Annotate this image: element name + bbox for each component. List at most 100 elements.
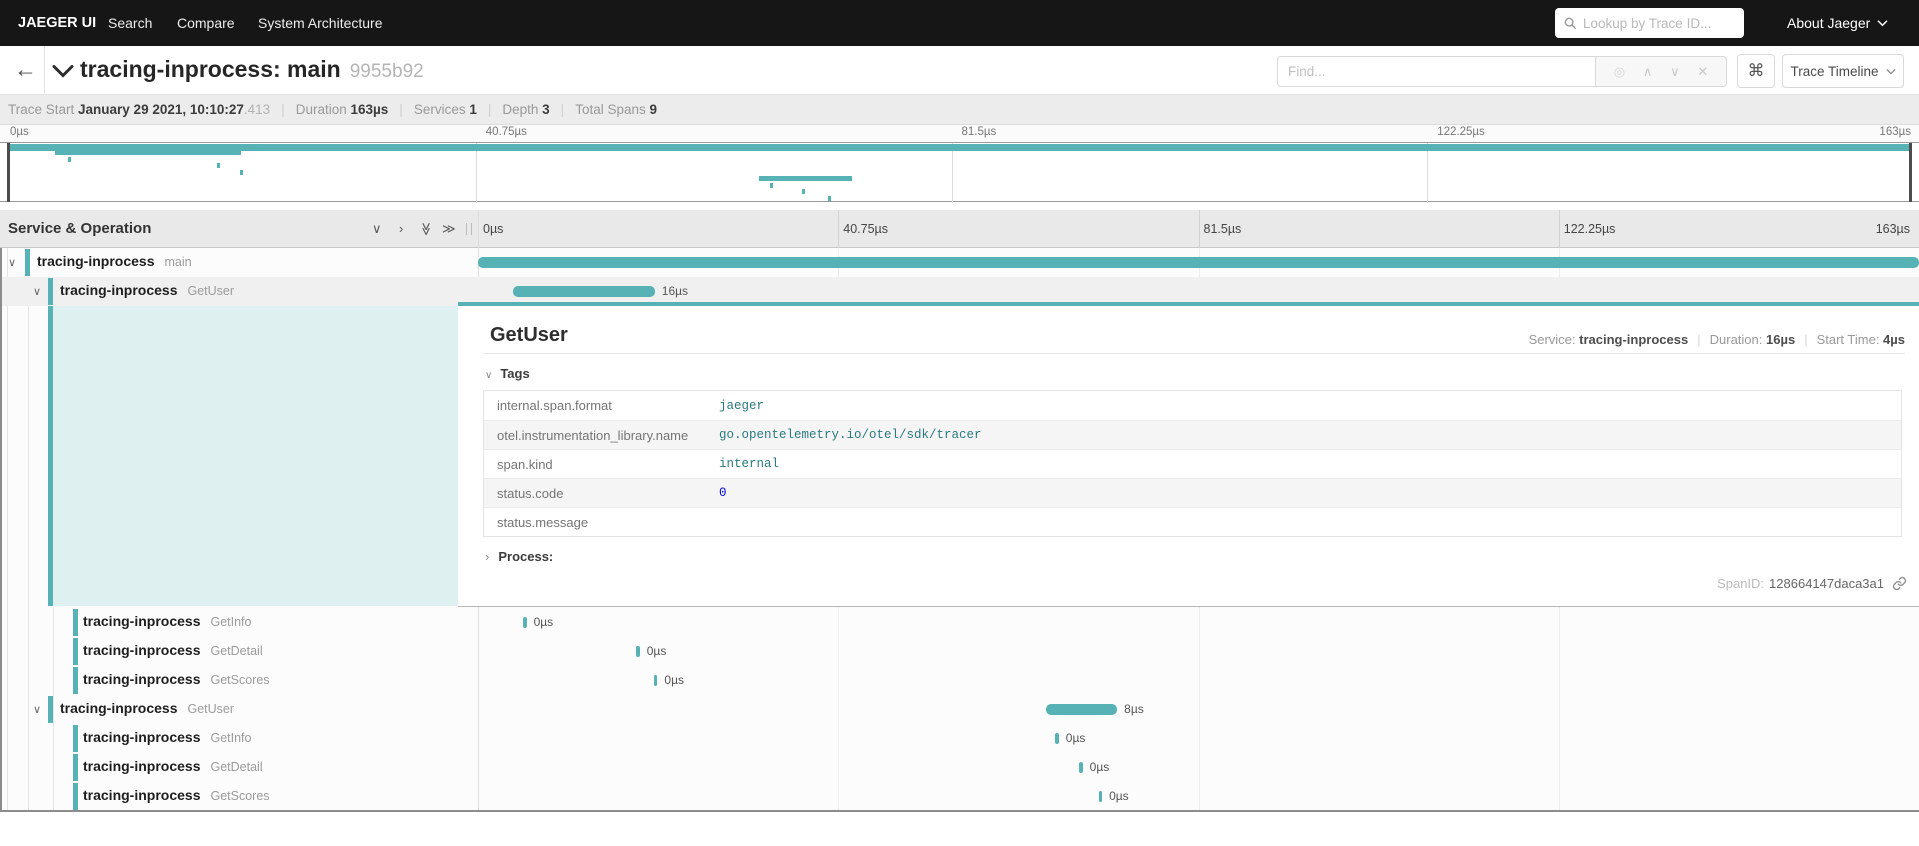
nav-item-compare[interactable]: Compare [177, 0, 235, 46]
span-collapse-chevron-icon[interactable]: ∨ [33, 285, 41, 298]
trace-collapse-chevron-icon[interactable] [52, 64, 74, 83]
minimap-tick-label: 81.5µs [962, 126, 997, 138]
detail-span-meta: Service: tracing-inprocess|Duration: 16µ… [1529, 332, 1905, 347]
collapse-one-icon[interactable]: ∨ [372, 210, 382, 248]
span-color-bar [73, 754, 78, 781]
nav-item-system-architecture[interactable]: System Architecture [258, 0, 383, 46]
timeline-tick-label: 81.5µs [1204, 210, 1242, 248]
minimap-tick-label: 40.75µs [486, 126, 527, 138]
tag-value: jaeger [719, 399, 764, 413]
span-collapse-chevron-icon[interactable]: ∨ [33, 703, 41, 716]
span-operation-name: GetScores [210, 789, 269, 803]
tag-row[interactable]: internal.span.formatjaeger [484, 391, 1901, 420]
chevron-down-icon [1886, 68, 1896, 75]
nav-brand-jaeger-ui[interactable]: JAEGER UI [18, 0, 96, 46]
tag-value: internal [719, 457, 779, 471]
link-icon[interactable] [1892, 576, 1907, 591]
minimap-left-handle[interactable] [7, 143, 10, 202]
span-duration-bar[interactable] [513, 286, 654, 297]
find-clear-icon[interactable]: ✕ [1697, 64, 1708, 80]
minimap-span-bar [240, 170, 243, 175]
minimap-span-bar [68, 157, 71, 162]
trace-view-selector[interactable]: Trace Timeline [1782, 54, 1904, 88]
span-duration-bar[interactable] [1099, 791, 1103, 802]
tag-value: 0 [719, 486, 727, 500]
span-duration-bar[interactable] [523, 617, 527, 628]
tag-key: otel.instrumentation_library.name [484, 428, 719, 443]
detail-operation-title: GetUser [490, 324, 568, 347]
span-color-bar [25, 249, 30, 276]
span-row[interactable]: tracing-inprocessGetScores0µs [0, 666, 1919, 695]
span-duration-label: 0µs [647, 644, 667, 658]
tag-row[interactable]: status.code0 [484, 478, 1901, 507]
span-service-name: tracing-inprocessGetUser [60, 282, 234, 298]
span-service-name: tracing-inprocessGetUser [60, 700, 234, 716]
meta-separator: | [561, 102, 565, 117]
process-section-toggle[interactable]: ›Process: [485, 549, 553, 564]
trace-meta-duration: Duration 163µs [296, 102, 389, 117]
detail-meta-separator: | [1804, 332, 1807, 347]
tag-row[interactable]: span.kindinternal [484, 449, 1901, 478]
trace-lookup-box[interactable] [1555, 8, 1744, 38]
find-input-box[interactable] [1277, 56, 1595, 87]
span-color-bar [73, 667, 78, 694]
span-duration-bar[interactable] [1055, 733, 1059, 744]
minimap-canvas[interactable] [0, 142, 1919, 202]
header-divider [44, 46, 45, 95]
back-arrow-icon[interactable]: ← [14, 56, 37, 83]
detail-divider [483, 353, 1905, 354]
keyboard-shortcuts-button[interactable]: ⌘ [1737, 54, 1775, 88]
span-row[interactable]: tracing-inprocessGetScores0µs [0, 782, 1919, 811]
ruler-tick-line [1199, 210, 1200, 248]
nav-item-search[interactable]: Search [108, 0, 152, 46]
span-color-bar [73, 783, 78, 810]
span-duration-bar[interactable] [478, 257, 1919, 268]
span-duration-bar[interactable] [1079, 762, 1083, 773]
collapse-all-icon[interactable]: ≫ [419, 210, 433, 248]
span-row[interactable]: ∨ tracing-inprocessmain [0, 248, 1919, 277]
tag-row[interactable]: status.message [484, 507, 1901, 536]
find-target-icon[interactable]: ◎ [1614, 64, 1625, 80]
span-service-name: tracing-inprocessGetInfo [83, 613, 251, 629]
jaeger-trace-page: JAEGER UI Search Compare System Architec… [0, 0, 1919, 846]
span-duration-bar[interactable] [636, 646, 640, 657]
find-input[interactable] [1288, 64, 1585, 79]
span-duration-bar[interactable] [654, 675, 658, 686]
column-resize-grip[interactable] [466, 223, 472, 235]
span-duration-label: 8µs [1124, 702, 1144, 716]
span-row[interactable]: tracing-inprocessGetInfo0µs [0, 724, 1919, 753]
span-operation-name: GetScores [210, 673, 269, 687]
span-row[interactable]: tracing-inprocessGetDetail0µs [0, 753, 1919, 782]
span-row[interactable]: tracing-inprocessGetInfo0µs [0, 608, 1919, 637]
span-operation-name: main [164, 255, 191, 269]
tag-row[interactable]: otel.instrumentation_library.namego.open… [484, 420, 1901, 449]
minimap-gridline [476, 143, 477, 203]
search-icon [1563, 16, 1577, 30]
minimap-span-bar [770, 183, 773, 188]
span-service-name: tracing-inprocessGetDetail [83, 642, 263, 658]
span-color-bar [73, 725, 78, 752]
about-jaeger-menu[interactable]: About Jaeger [1787, 0, 1888, 46]
trace-lookup-input[interactable] [1583, 16, 1736, 31]
expand-one-icon[interactable]: › [399, 210, 403, 248]
span-row[interactable]: tracing-inprocessGetDetail 0µs [0, 637, 1919, 666]
find-next-icon[interactable]: ∨ [1670, 64, 1680, 80]
minimap-right-handle[interactable] [1909, 143, 1912, 202]
span-operation-name: GetDetail [210, 644, 262, 658]
detail-meta-separator: | [1697, 332, 1700, 347]
span-service-name: tracing-inprocessmain [37, 253, 192, 269]
rows-bottom-border [0, 810, 1919, 812]
span-id-label: SpanID: [1717, 576, 1764, 591]
span-operation-name: GetUser [187, 284, 234, 298]
span-duration-label: 0µs [1090, 760, 1110, 774]
span-duration-bar[interactable] [1046, 704, 1117, 715]
span-row[interactable]: ∨ tracing-inprocessGetUser 8µs [0, 695, 1919, 724]
tag-key: internal.span.format [484, 398, 719, 413]
find-prev-icon[interactable]: ∧ [1643, 64, 1653, 80]
trace-id-short: 9955b92 [350, 61, 424, 82]
tags-section-toggle[interactable]: ∨Tags [485, 366, 530, 381]
expand-all-icon[interactable]: ≫ [442, 210, 456, 248]
trace-meta-bar: Trace Start January 29 2021, 10:10:27.41… [0, 95, 1919, 125]
rows-left-scrollbar[interactable] [0, 248, 2, 811]
span-collapse-chevron-icon[interactable]: ∨ [8, 256, 16, 269]
